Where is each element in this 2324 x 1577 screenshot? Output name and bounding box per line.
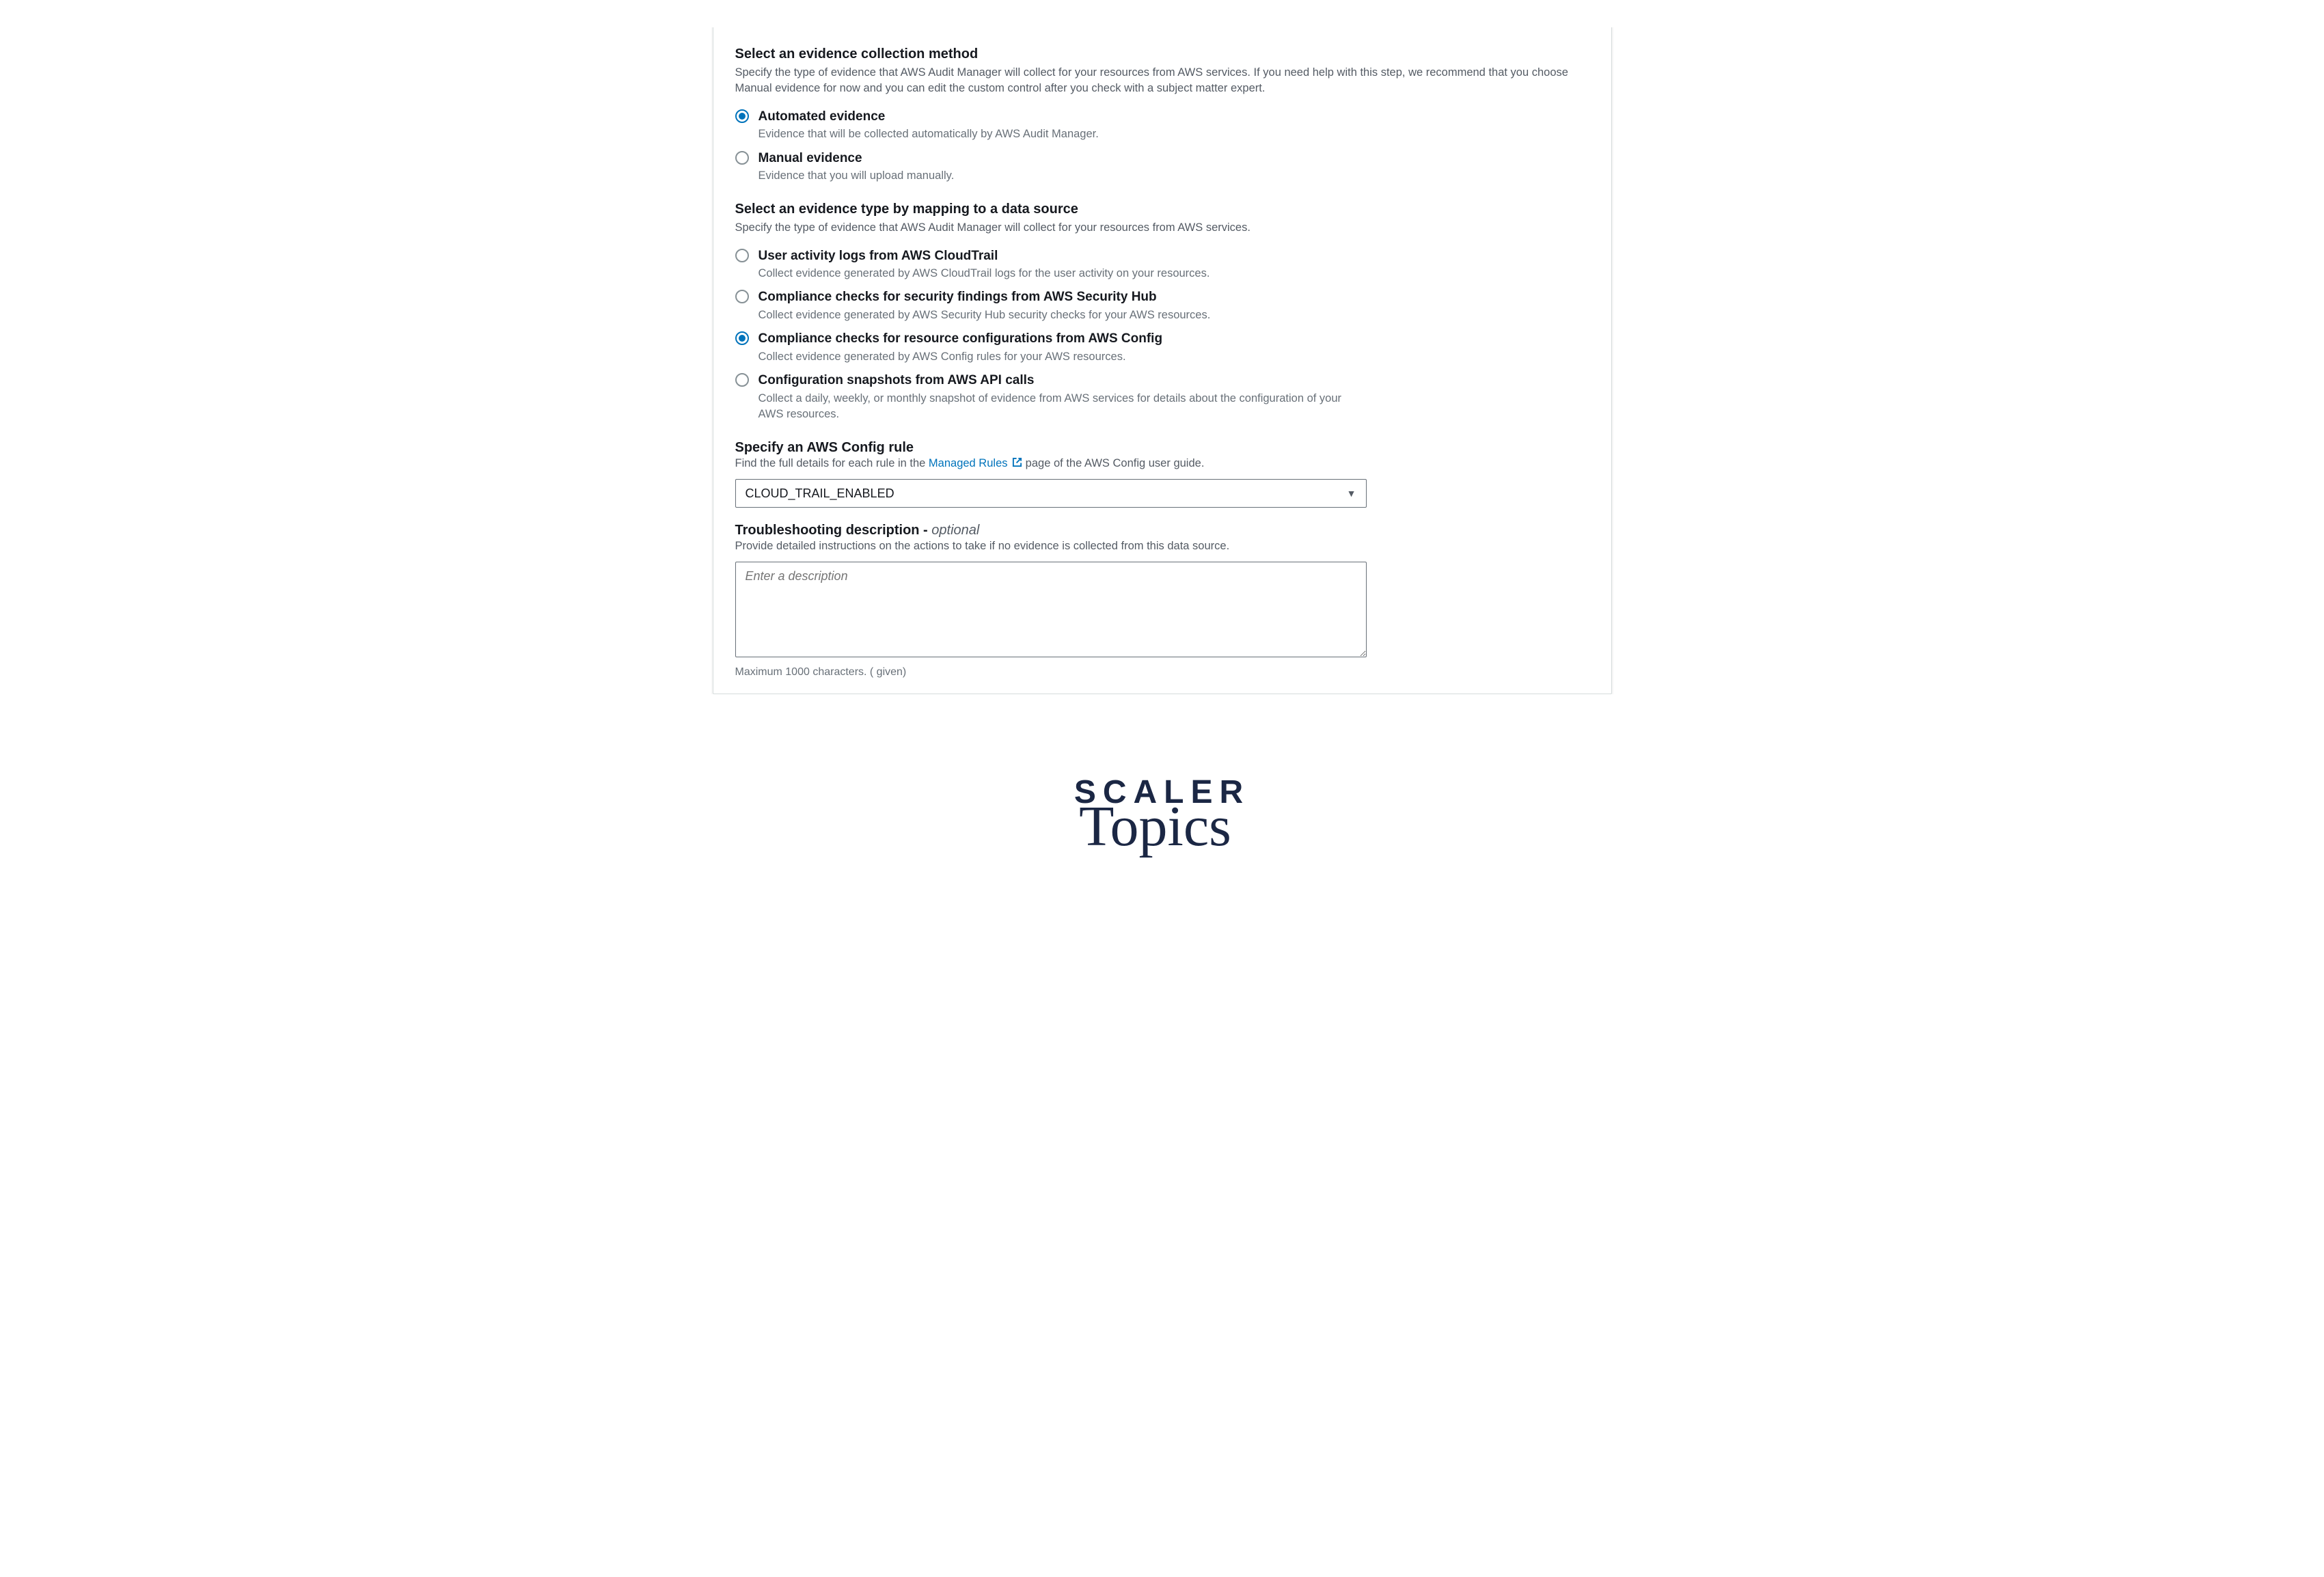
managed-rules-link[interactable]: Managed Rules xyxy=(929,457,1022,469)
form-card-container: Select an evidence collection method Spe… xyxy=(711,27,1613,694)
chevron-down-icon: ▼ xyxy=(1347,488,1356,499)
data-source-desc: Specify the type of evidence that AWS Au… xyxy=(735,220,1589,236)
config-rule-select[interactable]: CLOUD_TRAIL_ENABLED ▼ xyxy=(735,479,1367,508)
radio-automated-evidence[interactable]: Automated evidence Evidence that will be… xyxy=(735,104,1589,146)
config-rule-title: Specify an AWS Config rule xyxy=(735,440,1589,456)
radio-api-snapshots[interactable]: Configuration snapshots from AWS API cal… xyxy=(735,368,1589,425)
troubleshoot-desc: Provide detailed instructions on the act… xyxy=(735,538,1589,554)
radio-icon xyxy=(735,151,749,165)
collection-method-radio-group: Automated evidence Evidence that will be… xyxy=(735,104,1589,187)
radio-security-hub[interactable]: Compliance checks for security findings … xyxy=(735,284,1589,326)
config-rule-desc-before: Find the full details for each rule in t… xyxy=(735,457,929,469)
collection-method-desc: Specify the type of evidence that AWS Au… xyxy=(735,65,1589,97)
radio-label: Compliance checks for resource configura… xyxy=(758,330,1589,348)
radio-label: Manual evidence xyxy=(758,150,1589,167)
radio-desc: Collect evidence generated by AWS Config… xyxy=(758,349,1589,365)
external-link-icon xyxy=(1012,456,1022,472)
radio-desc: Collect evidence generated by AWS CloudT… xyxy=(758,266,1589,282)
config-rule-desc-after: page of the AWS Config user guide. xyxy=(1022,457,1204,469)
troubleshoot-textarea[interactable] xyxy=(735,562,1367,657)
radio-cloudtrail-logs[interactable]: User activity logs from AWS CloudTrail C… xyxy=(735,243,1589,285)
logo-line-2: Topics xyxy=(705,804,1607,849)
config-rule-selected-value: CLOUD_TRAIL_ENABLED xyxy=(746,486,894,501)
radio-label: Configuration snapshots from AWS API cal… xyxy=(758,372,1589,389)
radio-desc: Evidence that will be collected automati… xyxy=(758,126,1589,142)
optional-label: optional xyxy=(931,523,979,538)
radio-label: User activity logs from AWS CloudTrail xyxy=(758,247,1589,265)
char-count-hint: Maximum 1000 characters. ( given) xyxy=(735,666,1589,678)
radio-icon xyxy=(735,331,749,345)
radio-icon xyxy=(735,290,749,303)
data-source-radio-group: User activity logs from AWS CloudTrail C… xyxy=(735,243,1589,425)
data-source-title: Select an evidence type by mapping to a … xyxy=(735,202,1589,217)
radio-label: Compliance checks for security findings … xyxy=(758,288,1589,306)
radio-aws-config[interactable]: Compliance checks for resource configura… xyxy=(735,326,1589,368)
radio-desc: Collect a daily, weekly, or monthly snap… xyxy=(758,391,1346,422)
config-rule-desc: Find the full details for each rule in t… xyxy=(735,456,1589,472)
radio-desc: Evidence that you will upload manually. xyxy=(758,168,1589,184)
scaler-topics-logo: SCALER Topics xyxy=(711,776,1613,849)
radio-icon xyxy=(735,249,749,262)
troubleshoot-title: Troubleshooting description - optional xyxy=(735,523,1589,538)
radio-desc: Collect evidence generated by AWS Securi… xyxy=(758,307,1589,323)
evidence-form-card: Select an evidence collection method Spe… xyxy=(713,27,1612,694)
collection-method-title: Select an evidence collection method xyxy=(735,46,1589,62)
radio-icon xyxy=(735,373,749,387)
radio-icon xyxy=(735,109,749,123)
radio-label: Automated evidence xyxy=(758,108,1589,126)
radio-manual-evidence[interactable]: Manual evidence Evidence that you will u… xyxy=(735,146,1589,187)
